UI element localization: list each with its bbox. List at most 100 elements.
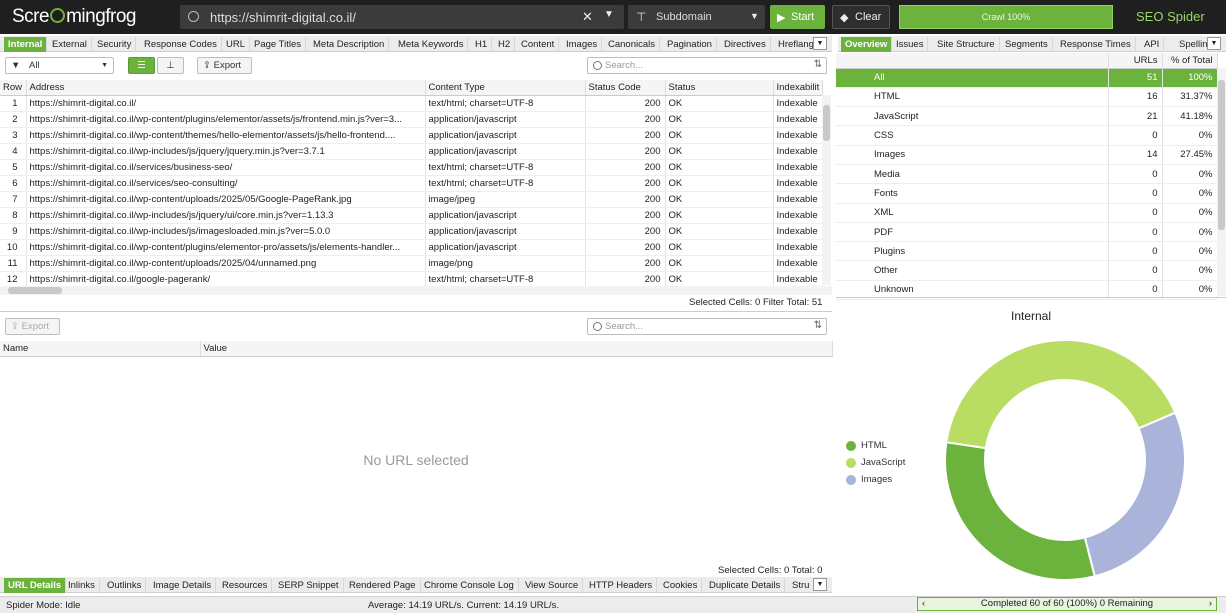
tab-external[interactable]: External [48, 37, 92, 52]
tab-http-headers[interactable]: HTTP Headers [585, 578, 658, 593]
tab-meta-description[interactable]: Meta Description [309, 37, 390, 52]
col-value[interactable]: Value [200, 341, 833, 357]
ov-col-urls[interactable]: URLs [1108, 53, 1163, 69]
table-row[interactable]: 9 https://shimrit-digital.co.il/wp-includ… [0, 223, 823, 240]
filter-select[interactable]: ▼ All ▼ [5, 57, 114, 74]
list-icon: ☰ [137, 60, 146, 71]
col-address[interactable]: Address [26, 80, 426, 96]
tab-pagination[interactable]: Pagination [663, 37, 717, 52]
main-table-vscroll[interactable] [822, 95, 831, 285]
cell-status: OK [665, 175, 774, 192]
table-row[interactable]: 12 https://shimrit-digital.co.il/google-p… [0, 271, 823, 288]
cell-address: https://shimrit-digital.co.il/wp-include… [26, 143, 426, 160]
overview-urls: 51 [1108, 68, 1163, 88]
tab-serp-snippet[interactable]: SERP Snippet [274, 578, 344, 593]
donut-slice-html [944, 441, 1097, 581]
tab-url[interactable]: URL [222, 37, 251, 52]
details-search-input[interactable]: Search... ⇅ [587, 318, 827, 335]
tab-page-titles[interactable]: Page Titles [250, 37, 306, 52]
table-row[interactable]: 5 https://shimrit-digital.co.il/services/… [0, 159, 823, 176]
overview-row-html[interactable]: HTML 16 31.37% [836, 87, 1218, 108]
tab-meta-keywords[interactable]: Meta Keywords [394, 37, 469, 52]
overview-row-other[interactable]: Other 0 0% [836, 260, 1218, 281]
tabs-overflow-dropdown[interactable]: ▼ [1207, 37, 1221, 50]
tab-rendered-page[interactable]: Rendered Page [345, 578, 421, 593]
tab-response-times[interactable]: Response Times [1056, 37, 1136, 52]
crawl-mode-select[interactable]: ⊤ Subdomain ▼ [628, 5, 765, 29]
tabs-overflow-dropdown[interactable]: ▼ [813, 37, 827, 50]
table-row[interactable]: 8 https://shimrit-digital.co.il/wp-includ… [0, 207, 823, 224]
filter-options-icon[interactable]: ⇅ [814, 320, 822, 331]
col-status-code[interactable]: Status Code [585, 80, 666, 96]
tab-cookies[interactable]: Cookies [659, 578, 703, 593]
tab-internal[interactable]: Internal [4, 37, 48, 52]
overview-row-css[interactable]: CSS 0 0% [836, 125, 1218, 146]
start-button[interactable]: ▶ Start [770, 5, 825, 29]
col-name[interactable]: Name [0, 341, 201, 357]
cell-status-code: 200 [585, 111, 666, 128]
table-row[interactable]: 4 https://shimrit-digital.co.il/wp-includ… [0, 143, 823, 160]
main-table-hscroll[interactable] [0, 286, 832, 295]
details-status: Selected Cells: 0 Total: 0 [718, 565, 823, 576]
tab-content[interactable]: Content [517, 37, 560, 52]
overview-row-pdf[interactable]: PDF 0 0% [836, 222, 1218, 243]
overview-row-plugins[interactable]: Plugins 0 0% [836, 241, 1218, 262]
search-input[interactable]: Search... ⇅ [587, 57, 827, 74]
table-row[interactable]: 2 https://shimrit-digital.co.il/wp-conten… [0, 111, 823, 128]
overview-row-all[interactable]: All 51 100% [836, 68, 1218, 88]
tab-security[interactable]: Security [93, 37, 137, 52]
tab-duplicate-details[interactable]: Duplicate Details [705, 578, 786, 593]
tabs-overflow-dropdown[interactable]: ▼ [813, 578, 827, 591]
ov-col-label[interactable] [836, 53, 1109, 69]
tab-image-details[interactable]: Image Details [149, 578, 217, 593]
table-row[interactable]: 1 https://shimrit-digital.co.il/text/html… [0, 95, 823, 112]
chevron-left-icon[interactable]: ‹ [922, 598, 925, 610]
overview-row-xml[interactable]: XML 0 0% [836, 203, 1218, 223]
url-history-dropdown-icon[interactable]: ▼ [604, 9, 614, 20]
tab-issues[interactable]: Issues [892, 37, 929, 52]
tab-canonicals[interactable]: Canonicals [604, 37, 660, 52]
clear-url-icon[interactable]: ✕ [582, 9, 593, 25]
table-row[interactable]: 11 https://shimrit-digital.co.il/wp-conte… [0, 255, 823, 272]
tab-stru[interactable]: Stru [788, 578, 815, 593]
col-indexabilit[interactable]: Indexabilit [773, 80, 823, 96]
table-row[interactable]: 6 https://shimrit-digital.co.il/services/… [0, 175, 823, 192]
tab-inlinks[interactable]: Inlinks [64, 578, 100, 593]
tab-segments[interactable]: Segments [1001, 37, 1053, 52]
table-row[interactable]: 10 https://shimrit-digital.co.il/wp-conte… [0, 239, 823, 256]
col-content-type[interactable]: Content Type [425, 80, 586, 96]
tab-overview[interactable]: Overview [841, 37, 893, 52]
tab-images[interactable]: Images [562, 37, 603, 52]
table-row[interactable]: 7 https://shimrit-digital.co.il/wp-conten… [0, 191, 823, 208]
chevron-right-icon[interactable]: › [1209, 598, 1212, 610]
tab-directives[interactable]: Directives [720, 37, 771, 52]
col-status[interactable]: Status [665, 80, 774, 96]
overview-percent: 0% [1162, 222, 1218, 243]
overview-row-javascript[interactable]: JavaScript 21 41.18% [836, 106, 1218, 127]
tab-h1[interactable]: H1 [471, 37, 493, 52]
overview-row-media[interactable]: Media 0 0% [836, 164, 1218, 185]
tab-response-codes[interactable]: Response Codes [140, 37, 222, 52]
url-input[interactable]: https://shimrit-digital.co.il/ ✕ ▼ [180, 5, 624, 29]
col-row[interactable]: Row [0, 80, 27, 96]
export-button[interactable]: ⇪ Export [197, 57, 252, 74]
filter-options-icon[interactable]: ⇅ [814, 59, 822, 70]
overview-row-fonts[interactable]: Fonts 0 0% [836, 183, 1218, 204]
details-export-button[interactable]: ⇪ Export [5, 318, 60, 335]
tab-api[interactable]: API [1140, 37, 1165, 52]
list-view-button[interactable]: ☰ [128, 57, 155, 74]
tab-h2[interactable]: H2 [494, 37, 516, 52]
tab-resources[interactable]: Resources [218, 578, 273, 593]
tab-url-details[interactable]: URL Details [4, 578, 67, 593]
cell-content-type: application/javascript [425, 143, 586, 160]
table-row[interactable]: 3 https://shimrit-digital.co.il/wp-conten… [0, 127, 823, 144]
overview-vscroll[interactable] [1217, 68, 1226, 296]
tree-view-button[interactable]: ⊥ [157, 57, 184, 74]
tab-view-source[interactable]: View Source [521, 578, 584, 593]
tab-site-structure[interactable]: Site Structure [933, 37, 1000, 52]
clear-button[interactable]: ◆ Clear [832, 5, 890, 29]
overview-row-images[interactable]: Images 14 27.45% [836, 145, 1218, 165]
tab-chrome-console-log[interactable]: Chrome Console Log [420, 578, 519, 593]
ov-col-of-total[interactable]: % of Total [1162, 53, 1218, 69]
tab-outlinks[interactable]: Outlinks [103, 578, 147, 593]
